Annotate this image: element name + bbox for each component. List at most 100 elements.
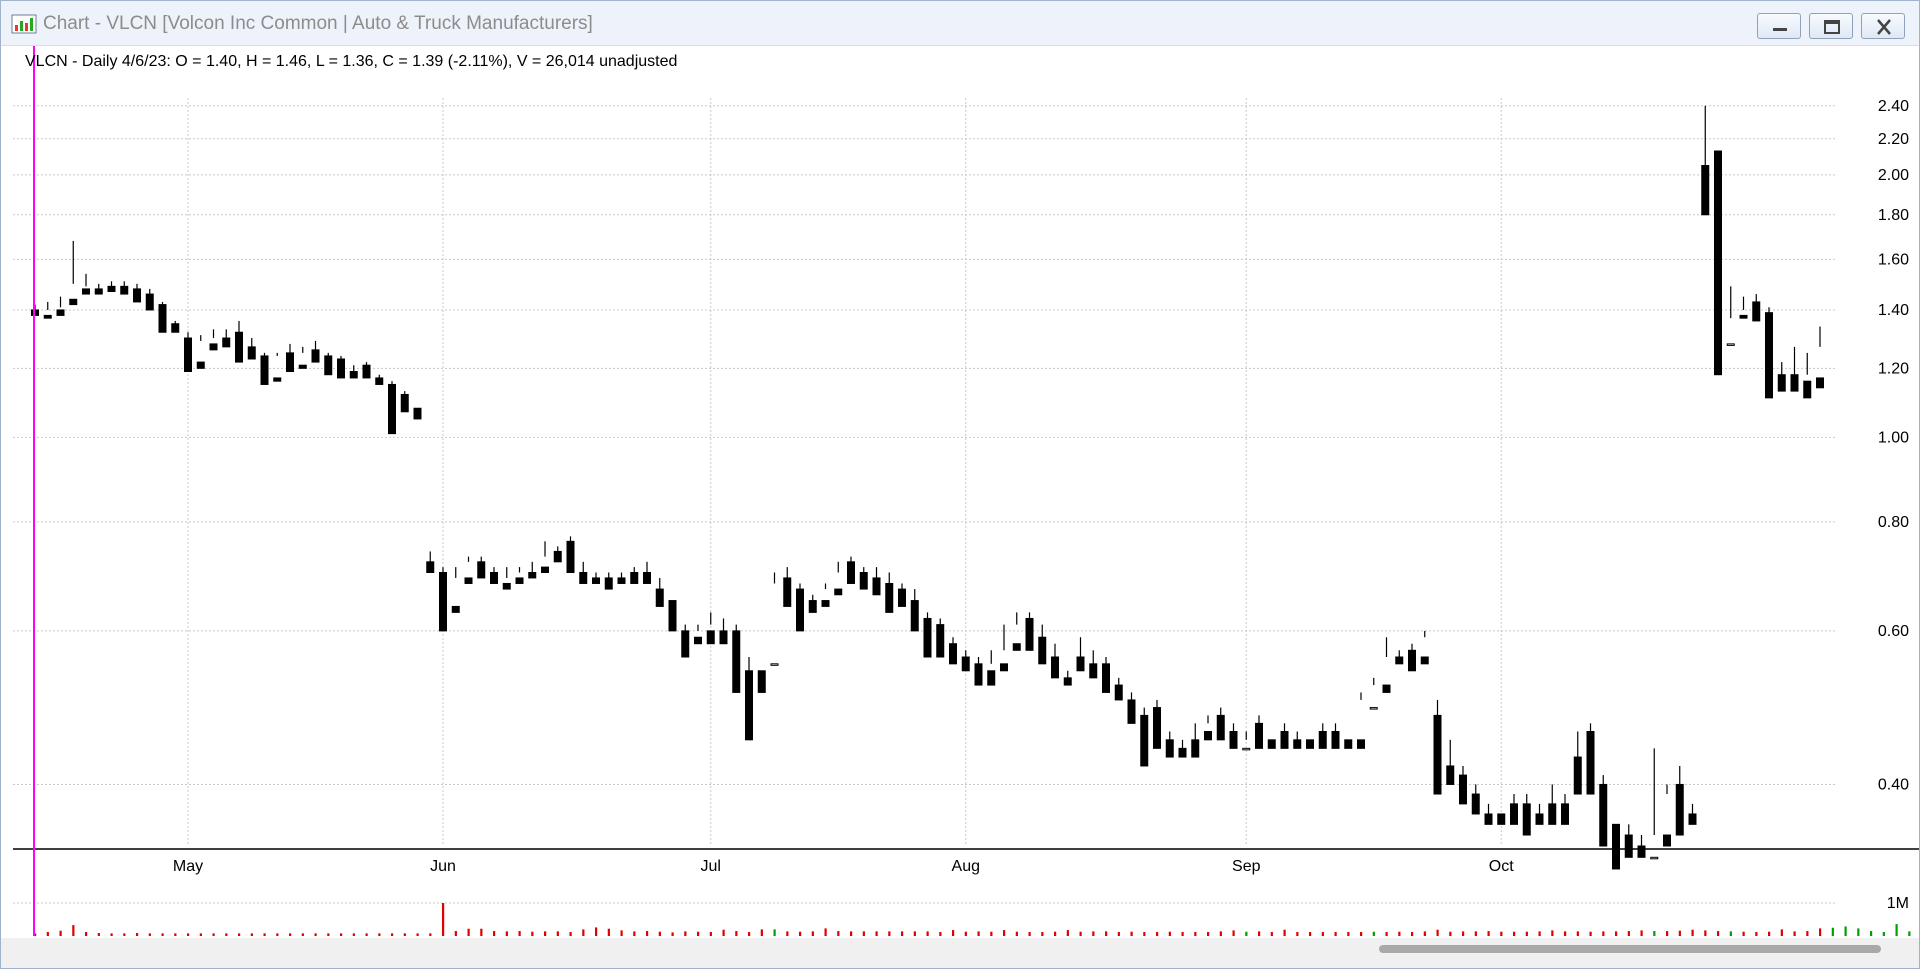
volume-bar <box>722 929 725 936</box>
volume-bar <box>1691 929 1694 936</box>
candle-body-down <box>1114 684 1123 701</box>
volume-bar <box>1232 930 1235 936</box>
volume-bar <box>1602 931 1605 936</box>
minimize-button[interactable] <box>1757 13 1801 39</box>
restore-button[interactable] <box>1809 13 1853 39</box>
volume-bar <box>85 932 88 936</box>
candle-body-down <box>349 371 358 379</box>
volume-bar <box>1564 931 1567 936</box>
candle-body-down <box>617 577 626 584</box>
candle-body-down <box>171 323 180 333</box>
volume-bar <box>1678 930 1681 936</box>
volume-bar <box>1194 932 1197 936</box>
volume-bar <box>148 933 151 936</box>
candle-body-down <box>1127 699 1136 724</box>
candle-body-down <box>196 361 205 369</box>
volume-bar <box>352 933 355 936</box>
candle-body-down <box>719 630 728 645</box>
candle-body-down <box>1752 301 1761 322</box>
volume-bar <box>199 933 202 936</box>
volume-bar <box>1003 930 1006 936</box>
volume-bar <box>1819 928 1822 936</box>
candle-body-down <box>1000 663 1008 672</box>
candle-body-down <box>1637 845 1646 858</box>
candle-body-down <box>898 588 906 607</box>
candle-body-down <box>107 285 116 292</box>
volume-bar <box>225 933 228 936</box>
candle-body-down <box>1331 731 1340 749</box>
candle-body-down <box>1216 714 1225 741</box>
candle-body-down <box>745 670 753 741</box>
volume-bar <box>505 931 508 936</box>
volume-bar <box>1143 932 1146 936</box>
volume-bar <box>1908 931 1911 936</box>
candle-body-down <box>961 656 970 672</box>
candle-body-down <box>1816 377 1824 389</box>
window-title: Chart - VLCN [Volcon Inc Common | Auto &… <box>43 13 593 34</box>
volume-bar <box>59 930 62 936</box>
candle-body-down <box>694 636 702 645</box>
scrollbar-thumb[interactable] <box>1379 945 1881 953</box>
volume-bar <box>1882 932 1885 936</box>
candle-body-down <box>1790 374 1799 392</box>
volume-bar <box>493 931 496 936</box>
candle-body-down <box>923 617 932 658</box>
price-chart[interactable]: 2.40 2.20 2.00 1.80 1.60 1.40 1.20 1.00 0.80 0.60… <box>1 46 1919 936</box>
volume-tick-label: 1M <box>1887 895 1909 912</box>
candle-body-down <box>1204 731 1212 741</box>
volume-bar <box>977 931 980 936</box>
volume-bar <box>1627 931 1630 936</box>
candle-body-down <box>413 407 422 420</box>
horizontal-scrollbar[interactable] <box>1 938 1919 968</box>
volume-bar <box>378 933 381 936</box>
candle-body-down <box>1586 731 1595 795</box>
candle-body-down <box>1433 714 1442 795</box>
candle-body-down <box>885 582 894 613</box>
x-tick-label: Oct <box>1489 858 1514 875</box>
x-tick-label: Jul <box>701 858 721 875</box>
volume-bar <box>1870 931 1873 936</box>
candle-body-down <box>1395 656 1404 665</box>
volume-bar <box>110 933 113 936</box>
candle-body-down <box>655 588 664 607</box>
title-bar[interactable]: Chart - VLCN [Volcon Inc Common | Auto &… <box>1 1 1919 46</box>
candle-body-down <box>1255 722 1263 749</box>
volume-bar <box>1105 931 1108 936</box>
candle-body-down <box>936 624 945 658</box>
close-button[interactable] <box>1861 13 1905 39</box>
candle-body-down <box>1510 803 1518 825</box>
volume-bar <box>1857 928 1860 936</box>
candle-body-down <box>579 571 588 584</box>
volume-bar <box>1780 929 1783 936</box>
volume-bar <box>1615 931 1618 936</box>
candle-body-down <box>1471 793 1480 815</box>
candle-body-down <box>783 577 792 607</box>
candle-body-up <box>1726 343 1735 346</box>
candle-body-down <box>286 352 294 373</box>
candle-body-down <box>592 577 600 584</box>
candle-body-down <box>1739 314 1748 319</box>
volume-bar <box>136 933 139 936</box>
volume-bar <box>556 931 559 936</box>
volume-bar <box>250 933 253 936</box>
volume-bar <box>1219 931 1222 936</box>
close-icon <box>1877 19 1891 35</box>
candle-body-down <box>643 571 651 584</box>
candle-body-down <box>94 288 103 295</box>
volume-bar <box>289 933 292 936</box>
volume-bar <box>1742 931 1745 936</box>
candle-body-down <box>56 309 65 316</box>
volume-bar <box>1666 931 1669 936</box>
candle-body-down <box>502 582 511 590</box>
candle-body-down <box>859 571 868 590</box>
candle-body-down <box>1280 731 1289 749</box>
volume-bar <box>964 931 967 936</box>
volume-bar <box>582 929 585 936</box>
volume-bar <box>684 931 687 936</box>
volume-bar <box>1385 932 1388 936</box>
volume-bar <box>1015 931 1018 936</box>
candle-body-down <box>1178 747 1187 758</box>
volume-bar <box>1066 930 1069 936</box>
volume-bar <box>1079 931 1082 936</box>
volume-bar <box>1283 929 1286 936</box>
